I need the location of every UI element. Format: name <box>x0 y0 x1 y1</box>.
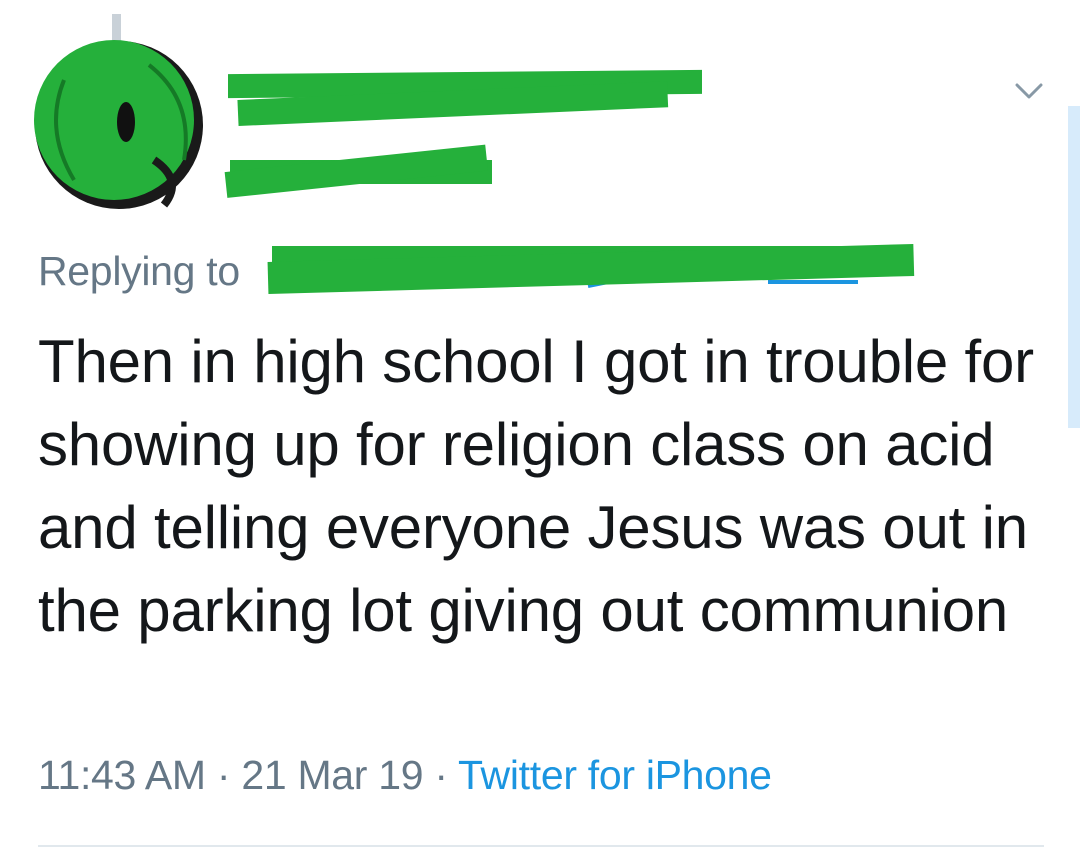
tweet-detail-view: Replying to Then in high school I got in… <box>0 0 1080 856</box>
tweet-date: 21 Mar 19 <box>241 752 424 798</box>
avatar[interactable] <box>34 40 204 210</box>
tweet-text: Then in high school I got in trouble for… <box>38 328 1034 644</box>
scrollbar[interactable] <box>1068 106 1080 428</box>
replying-to-label: Replying to <box>38 248 240 294</box>
tweet-metadata: 11:43 AM · 21 Mar 19 · Twitter for iPhon… <box>38 752 772 799</box>
handle-redaction-bar-2 <box>224 144 488 198</box>
tweet-source-link[interactable]: Twitter for iPhone <box>458 752 772 798</box>
meta-separator: · <box>205 752 242 798</box>
divider <box>38 845 1044 847</box>
tweet-time: 11:43 AM <box>38 752 206 798</box>
meta-separator-2: · <box>423 752 459 798</box>
chevron-down-icon[interactable] <box>1014 80 1044 102</box>
